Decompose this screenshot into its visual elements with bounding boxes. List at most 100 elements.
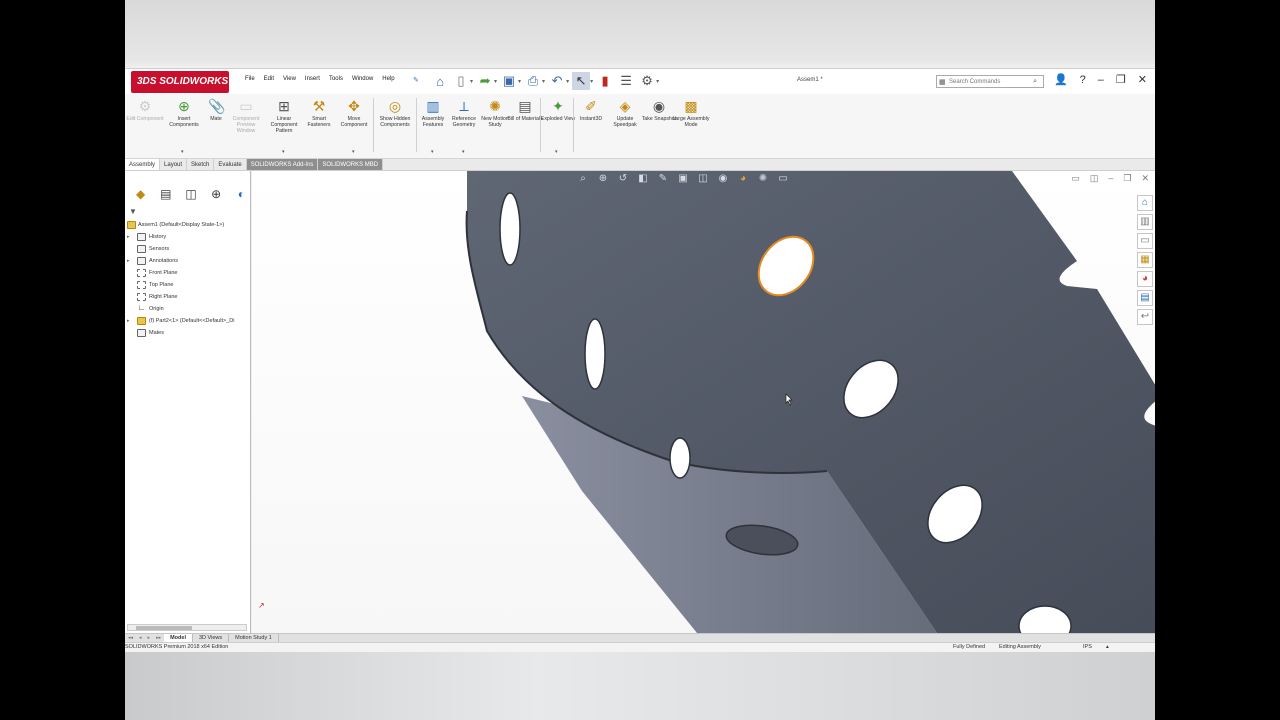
options-gear-icon[interactable]: ⚙ — [638, 72, 656, 90]
chevron-down-icon[interactable]: ▾ — [656, 78, 659, 85]
view-orientation-icon[interactable]: ▣ — [676, 172, 690, 186]
chevron-down-icon[interactable]: ▾ — [590, 78, 593, 85]
tree-item-right-plane[interactable]: Right Plane — [127, 291, 251, 303]
tab-sketch[interactable]: Sketch — [187, 159, 215, 170]
restore-icon[interactable]: ❐ — [1116, 73, 1126, 86]
user-icon[interactable]: 👤 — [1054, 73, 1068, 86]
expand-arrow-icon[interactable]: ▸ — [127, 255, 130, 267]
large-assembly-mode-button[interactable]: ▩ Large Assembly Mode — [672, 98, 710, 128]
view-palette-icon[interactable]: ▦ — [1137, 252, 1153, 268]
section-view-icon[interactable]: ◧ — [636, 172, 650, 186]
minimize-icon[interactable]: – — [1098, 74, 1104, 86]
display-manager-icon[interactable]: ◐ — [232, 185, 251, 203]
display-style-icon[interactable]: ◫ — [696, 172, 710, 186]
menu-edit[interactable]: Edit — [264, 76, 274, 82]
select-icon[interactable]: ↖ — [572, 72, 591, 90]
help-icon[interactable]: ? — [1080, 74, 1086, 86]
custom-properties-icon[interactable]: ▤ — [1137, 290, 1153, 306]
propertymanager-icon[interactable]: ▤ — [156, 185, 175, 203]
file-properties-icon[interactable]: ☰ — [617, 72, 635, 90]
hole[interactable] — [669, 437, 691, 479]
traffic-light-icon[interactable]: ▮ — [596, 72, 614, 90]
last-tab-arrow-icon[interactable]: ▸▸ — [153, 634, 164, 642]
appearances-icon[interactable]: ◕ — [1137, 271, 1153, 287]
tab-motion-study-1[interactable]: Motion Study 1 — [229, 634, 279, 642]
chevron-down-icon[interactable]: ▾ — [542, 78, 545, 85]
dynamic-annotation-icon[interactable]: ✎ — [656, 172, 670, 186]
chevron-down-icon[interactable]: ▾ — [282, 149, 285, 155]
chevron-down-icon[interactable]: ▾ — [181, 149, 184, 155]
status-units[interactable]: IPS — [1083, 643, 1092, 652]
tab-evaluate[interactable]: Evaluate — [214, 159, 247, 170]
expand-arrow-icon[interactable]: ▸ — [127, 315, 130, 327]
chevron-down-icon[interactable]: ▾ — [494, 78, 497, 85]
dimxpertmanager-icon[interactable]: ⊕ — [207, 185, 226, 203]
hide-show-items-icon[interactable]: ◉ — [716, 172, 730, 186]
tab-layout[interactable]: Layout — [160, 159, 188, 170]
tree-item-mates[interactable]: Mates — [127, 327, 251, 339]
chevron-down-icon[interactable]: ▾ — [470, 78, 473, 85]
solidworks-logo[interactable]: 3DS SOLIDWORKS — [131, 71, 229, 93]
print-icon[interactable]: ⎙ — [524, 72, 542, 90]
menu-view[interactable]: View — [283, 76, 296, 82]
chevron-down-icon[interactable]: ▾ — [566, 78, 569, 85]
search-scope-icon[interactable]: ▦ — [939, 77, 946, 89]
search-input[interactable]: ▦ Search Commands ⌕ — [936, 75, 1044, 88]
tile-icon[interactable]: ◫ — [1090, 173, 1099, 184]
design-library-icon[interactable]: ▥ — [1137, 214, 1153, 230]
prev-tab-arrow-icon[interactable]: ◂ — [136, 634, 145, 642]
new-document-icon[interactable]: ▯ — [452, 72, 470, 90]
zoom-to-fit-icon[interactable]: ⌕ — [576, 172, 590, 186]
chevron-down-icon[interactable]: ▾ — [352, 149, 355, 155]
close-icon[interactable]: ✕ — [1141, 173, 1149, 184]
solidworks-resources-icon[interactable]: ⌂ — [1137, 195, 1153, 211]
model-view[interactable] — [252, 171, 1155, 633]
featuremanager-tree-icon[interactable]: ◆ — [131, 185, 150, 203]
split-view-icon[interactable]: ▭ — [1071, 173, 1080, 184]
previous-view-icon[interactable]: ↺ — [616, 172, 630, 186]
undo-icon[interactable]: ↶ — [548, 72, 566, 90]
first-tab-arrow-icon[interactable]: ◂◂ — [125, 634, 136, 642]
tree-item-annotations[interactable]: ▸ Annotations — [127, 255, 251, 267]
chevron-down-icon[interactable]: ▾ — [462, 149, 465, 155]
edit-component-button[interactable]: ⚙ Edit Component — [126, 98, 164, 122]
menu-help[interactable]: Help — [382, 76, 394, 82]
next-tab-arrow-icon[interactable]: ▸ — [145, 634, 154, 642]
tree-item-history[interactable]: ▸ History — [127, 231, 251, 243]
tree-item-top-plane[interactable]: Top Plane — [127, 279, 251, 291]
home-icon[interactable]: ⌂ — [431, 72, 449, 90]
file-explorer-icon[interactable]: ▭ — [1137, 233, 1153, 249]
solidworks-forum-icon[interactable]: ↩ — [1137, 309, 1153, 325]
restore-icon[interactable]: ❐ — [1123, 173, 1131, 184]
configurationmanager-icon[interactable]: ◫ — [181, 185, 200, 203]
filter-icon[interactable]: ▼ — [129, 207, 137, 216]
view-settings-icon[interactable]: ▭ — [776, 172, 790, 186]
chevron-down-icon[interactable]: ▾ — [431, 149, 434, 155]
tab-assembly[interactable]: Assembly — [125, 159, 161, 170]
tree-item-sensors[interactable]: Sensors — [127, 243, 251, 255]
menu-window[interactable]: Window — [352, 76, 373, 82]
expand-arrow-icon[interactable]: ▸ — [127, 231, 130, 243]
search-icon[interactable]: ⌕ — [1033, 76, 1037, 88]
hole[interactable] — [499, 192, 521, 266]
apply-scene-icon[interactable]: ✺ — [756, 172, 770, 186]
move-component-button[interactable]: ✥ Move Component — [335, 98, 373, 128]
instant3d-button[interactable]: ✐ Instant3D — [572, 98, 610, 122]
tree-item-part2[interactable]: ▸ (f) Part2<1> (Default<<Default>_Di — [127, 315, 251, 327]
graphics-area[interactable]: ⌕ ⊕ ↺ ◧ ✎ ▣ ◫ ◉ ◕ ✺ ▭ ▭ ◫ – ❐ ✕ ⌂ ▥ ▭ ▦ … — [252, 171, 1155, 633]
tab-solidworks-mbd[interactable]: SOLIDWORKS MBD — [318, 159, 384, 170]
tab-solidworks-add-ins[interactable]: SOLIDWORKS Add-Ins — [246, 159, 319, 170]
chevron-up-icon[interactable]: ▴ — [1106, 643, 1109, 652]
minimize-icon[interactable]: – — [1108, 173, 1113, 184]
component-preview-window-button[interactable]: ▭ Component Preview Window — [227, 98, 265, 134]
menu-tools[interactable]: Tools — [329, 76, 343, 82]
open-icon[interactable]: ➦ — [476, 72, 494, 90]
tree-item-assem1[interactable]: Assem1 (Default<Display State-1>) — [127, 219, 251, 231]
smart-fasteners-button[interactable]: ⚒ Smart Fasteners — [300, 98, 338, 128]
hole[interactable] — [584, 318, 606, 390]
tree-item-origin[interactable]: ∟ Origin — [127, 303, 251, 315]
tab-model[interactable]: Model — [164, 634, 193, 642]
chevron-down-icon[interactable]: ▾ — [555, 149, 558, 155]
tree-item-front-plane[interactable]: Front Plane — [127, 267, 251, 279]
zoom-to-area-icon[interactable]: ⊕ — [596, 172, 610, 186]
